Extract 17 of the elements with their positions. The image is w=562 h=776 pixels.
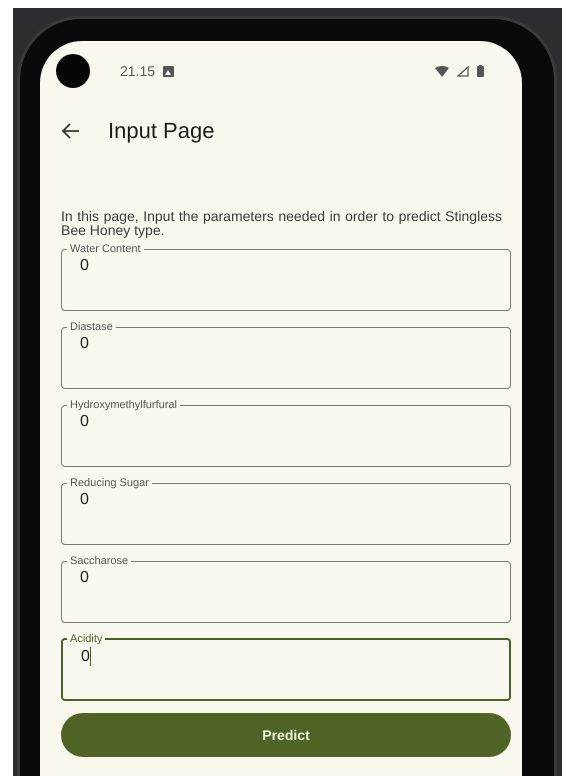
input-field[interactable]: Water Content 0: [61, 243, 511, 311]
input-field[interactable]: Acidity 0: [61, 633, 511, 701]
notification-icon: [163, 66, 174, 76]
status-time: 21.15: [120, 63, 156, 79]
predict-button[interactable]: Predict: [61, 713, 511, 757]
page-title: Input Page: [108, 118, 214, 144]
input-field[interactable]: Reducing Sugar 0: [61, 477, 511, 545]
input-field[interactable]: Hydroxymethylfurfural 0: [61, 399, 511, 467]
battery-icon: [477, 65, 484, 77]
input-field[interactable]: Diastase 0: [61, 321, 511, 389]
text-cursor: [90, 647, 92, 666]
wifi-icon: [435, 66, 449, 76]
input-field[interactable]: Saccharose 0: [61, 555, 511, 623]
description-text: In this page, Input the parameters needed in order to predict Stingless Bee Honey type.: [61, 209, 502, 237]
back-arrow-icon[interactable]: [62, 123, 80, 139]
camera-hole: [56, 54, 90, 88]
signal-icon: [457, 66, 469, 76]
